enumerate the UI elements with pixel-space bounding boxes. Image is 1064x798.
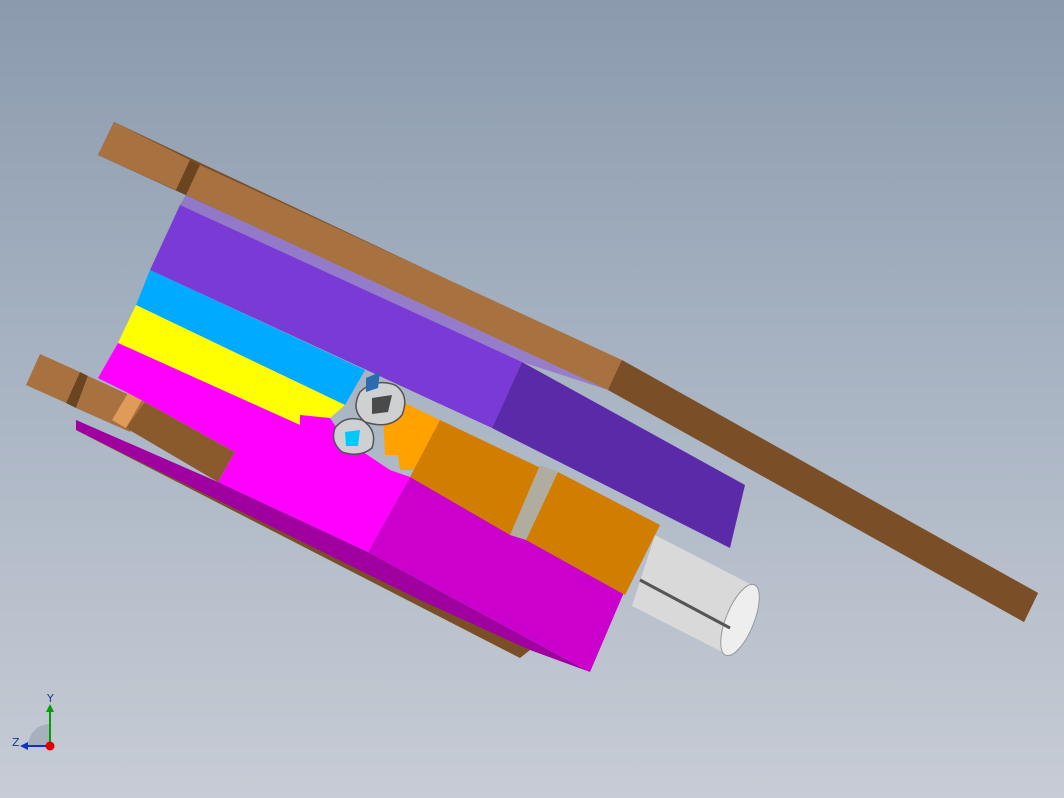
coordinate-triad-icon: Y Z	[12, 692, 55, 751]
y-axis-label: Y	[46, 692, 54, 705]
z-axis-arrow-icon	[20, 742, 28, 750]
coordinate-triad: Y Z	[12, 692, 55, 751]
x-axis-dot-icon	[45, 741, 55, 751]
top-plate-top[interactable]	[98, 122, 190, 190]
y-axis-arrow-icon	[46, 704, 54, 712]
z-axis-label: Z	[12, 736, 20, 749]
3d-model-view[interactable]	[0, 0, 1064, 798]
graphics-viewport[interactable]: Y Z	[0, 0, 1064, 798]
